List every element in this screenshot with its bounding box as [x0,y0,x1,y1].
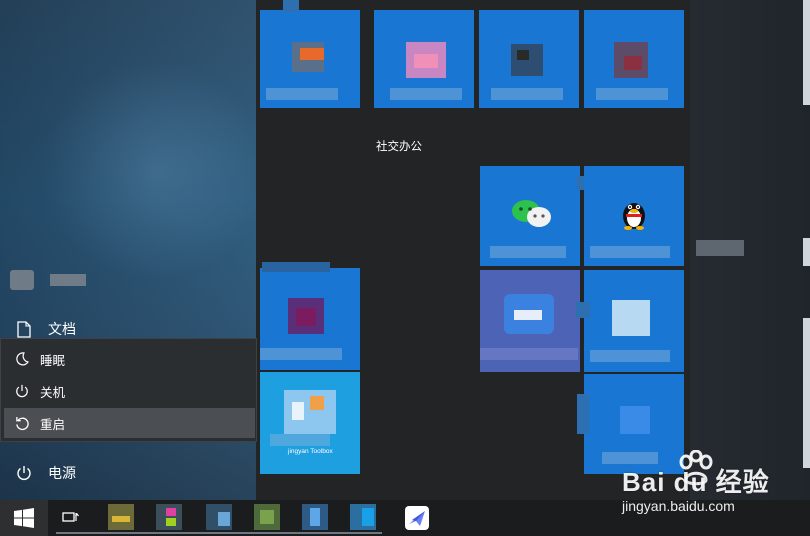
start-button[interactable] [0,500,48,536]
rail-item-label: 文档 [48,321,76,337]
task-view-icon [62,512,79,522]
app-tile[interactable] [584,10,684,108]
taskbar-app[interactable] [302,504,328,530]
tile-label: jingyan Toolbox [288,448,333,455]
taskbar-app[interactable] [108,504,134,530]
tile-fragment [283,0,299,12]
user-account[interactable] [10,270,86,290]
desktop-edge [803,238,810,266]
wechat-tile[interactable] [480,166,580,266]
power-icon [0,465,48,481]
menu-item-restart[interactable]: 重启 [4,408,255,438]
app-tile[interactable] [584,270,684,372]
desktop-edge [803,0,810,105]
app-tile[interactable] [374,10,474,108]
restart-icon [4,416,40,431]
taskbar-app-feishu[interactable] [405,506,429,530]
watermark-url: jingyan.baidu.com [622,498,735,514]
rail-item-label: 电源 [48,465,76,481]
power-icon [4,384,40,398]
taskbar-running-indicator [56,532,382,534]
desktop-edge [803,318,810,468]
app-tile[interactable] [260,268,360,370]
taskbar-app[interactable] [156,504,182,530]
tile-fragment [576,302,590,318]
task-view-button[interactable] [62,510,80,529]
taskbar-app[interactable] [254,504,280,530]
menu-item-sleep[interactable]: 睡眠 [4,344,255,374]
menu-item-label: 重启 [40,417,66,432]
avatar [10,270,34,290]
menu-item-label: 睡眠 [40,353,66,368]
menu-item-shutdown[interactable]: 关机 [4,376,255,406]
mail-tile[interactable] [480,270,580,372]
wechat-icon [510,198,554,230]
menu-item-label: 关机 [40,385,66,400]
taskbar-app[interactable] [206,504,232,530]
baidu-jingyan-watermark: Bai du 经验 jingyan.baidu.com [616,448,806,520]
jingyan-toolbox-tile[interactable]: jingyan Toolbox [260,372,360,474]
tile-fragment [262,262,330,272]
tile-fragment [577,394,589,434]
taskbar-app[interactable] [350,504,376,530]
tile-group-label[interactable]: 社交办公 [376,138,422,154]
watermark-text: Bai du 经验 [622,467,770,497]
rail-item-power[interactable]: 电源 [0,458,256,488]
desktop-icon-label-blurred [696,240,744,256]
document-icon [0,320,48,338]
app-tile[interactable] [260,10,360,108]
windows-logo-icon [14,508,34,528]
bird-icon [409,511,425,526]
app-tile[interactable] [479,10,579,108]
qq-penguin-icon [620,196,648,230]
power-flyout: 睡眠 关机 重启 [0,338,257,442]
user-name-blurred [50,274,86,286]
moon-icon [4,352,40,366]
qq-tile[interactable] [584,166,684,266]
